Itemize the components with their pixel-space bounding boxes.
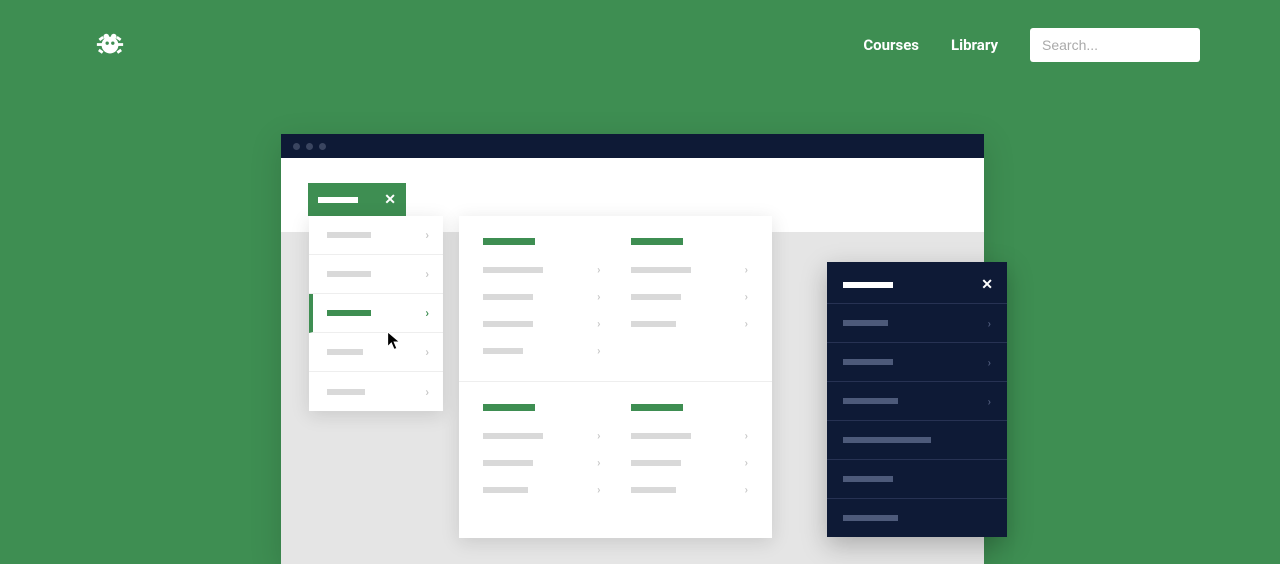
cursor-icon <box>386 331 404 353</box>
item-label-placeholder <box>843 515 898 521</box>
chevron-right-icon: › <box>745 263 748 276</box>
item-label-placeholder <box>843 359 893 365</box>
search-box[interactable] <box>1030 28 1200 62</box>
panel-header: ✕ <box>827 262 1007 303</box>
dark-side-panel: ✕ › › › <box>827 262 1007 537</box>
chevron-right-icon: › <box>988 395 991 408</box>
mega-item[interactable]: › <box>483 456 601 469</box>
chevron-right-icon: › <box>988 317 991 330</box>
tab-label-placeholder <box>318 197 358 203</box>
menu-item-active[interactable]: › <box>309 294 443 333</box>
item-label-placeholder <box>483 294 533 300</box>
mega-item[interactable]: › <box>631 263 749 276</box>
divider <box>459 381 772 382</box>
panel-item[interactable]: › <box>827 381 1007 420</box>
mega-column: › › › <box>631 238 749 371</box>
item-label-placeholder <box>631 487 676 493</box>
mega-item[interactable]: › <box>631 456 749 469</box>
item-label-placeholder <box>631 321 676 327</box>
chevron-right-icon: › <box>425 385 429 399</box>
chevron-right-icon: › <box>425 306 429 320</box>
mega-item[interactable]: › <box>483 344 601 357</box>
chevron-right-icon: › <box>425 345 429 359</box>
search-input[interactable] <box>1042 37 1188 53</box>
mega-item[interactable]: › <box>483 429 601 442</box>
window-dot-icon <box>293 143 300 150</box>
mega-item[interactable]: › <box>483 290 601 303</box>
column-heading-placeholder <box>631 238 683 245</box>
item-label-placeholder <box>843 476 893 482</box>
item-label-placeholder <box>483 267 543 273</box>
column-heading-placeholder <box>483 238 535 245</box>
window-dot-icon <box>306 143 313 150</box>
chevron-right-icon: › <box>597 456 600 469</box>
column-heading-placeholder <box>483 404 535 411</box>
chevron-right-icon: › <box>597 263 600 276</box>
menu-item[interactable]: › <box>309 333 443 372</box>
item-label-placeholder <box>843 437 931 443</box>
mega-column: › › › <box>631 404 749 510</box>
item-label-placeholder <box>631 267 691 273</box>
chevron-right-icon: › <box>425 228 429 242</box>
primary-nav: Courses Library <box>863 28 1200 62</box>
mega-item[interactable]: › <box>483 483 601 496</box>
chevron-right-icon: › <box>597 317 600 330</box>
item-label-placeholder <box>483 348 523 354</box>
menu-item[interactable]: › <box>309 216 443 255</box>
mega-column: › › › › <box>483 238 601 371</box>
window-dot-icon <box>319 143 326 150</box>
item-label-placeholder <box>631 460 681 466</box>
chevron-right-icon: › <box>988 356 991 369</box>
mega-item[interactable]: › <box>483 263 601 276</box>
mega-item[interactable]: › <box>483 317 601 330</box>
chevron-right-icon: › <box>745 456 748 469</box>
panel-item[interactable] <box>827 459 1007 498</box>
chevron-right-icon: › <box>597 290 600 303</box>
panel-item[interactable] <box>827 498 1007 537</box>
mega-item[interactable]: › <box>631 483 749 496</box>
item-label-placeholder <box>327 271 371 277</box>
panel-item[interactable] <box>827 420 1007 459</box>
item-label-placeholder <box>483 321 533 327</box>
nav-courses[interactable]: Courses <box>863 36 919 54</box>
close-icon[interactable]: ✕ <box>384 192 396 208</box>
chevron-right-icon: › <box>597 429 600 442</box>
item-label-placeholder <box>843 320 888 326</box>
item-label-placeholder <box>327 389 365 395</box>
chevron-right-icon: › <box>745 429 748 442</box>
dropdown-menu: › › › › › <box>309 216 443 411</box>
site-header: Courses Library <box>0 0 1280 62</box>
nav-library[interactable]: Library <box>951 36 998 54</box>
item-label-placeholder <box>483 433 543 439</box>
menu-item[interactable]: › <box>309 372 443 411</box>
chevron-right-icon: › <box>745 290 748 303</box>
item-label-placeholder <box>843 398 898 404</box>
menu-item[interactable]: › <box>309 255 443 294</box>
item-label-placeholder <box>631 433 691 439</box>
mega-column: › › › <box>483 404 601 510</box>
item-label-placeholder <box>631 294 681 300</box>
mega-menu-panel: › › › › › › › › › › › › › <box>459 216 772 538</box>
active-tab-chip[interactable]: ✕ <box>308 183 406 216</box>
panel-item[interactable]: › <box>827 342 1007 381</box>
chevron-right-icon: › <box>425 267 429 281</box>
mega-item[interactable]: › <box>631 290 749 303</box>
chevron-right-icon: › <box>597 483 600 496</box>
chevron-right-icon: › <box>745 317 748 330</box>
chevron-right-icon: › <box>597 344 600 357</box>
item-label-placeholder <box>327 349 363 355</box>
close-icon[interactable]: ✕ <box>981 277 993 293</box>
item-label-placeholder <box>327 232 371 238</box>
item-label-placeholder <box>327 310 371 316</box>
panel-item[interactable]: › <box>827 303 1007 342</box>
mega-item[interactable]: › <box>631 317 749 330</box>
mega-item[interactable]: › <box>631 429 749 442</box>
logo-icon[interactable] <box>95 30 125 60</box>
item-label-placeholder <box>483 487 528 493</box>
window-titlebar <box>281 134 984 158</box>
item-label-placeholder <box>483 460 533 466</box>
chevron-right-icon: › <box>745 483 748 496</box>
column-heading-placeholder <box>631 404 683 411</box>
panel-title-placeholder <box>843 282 893 288</box>
